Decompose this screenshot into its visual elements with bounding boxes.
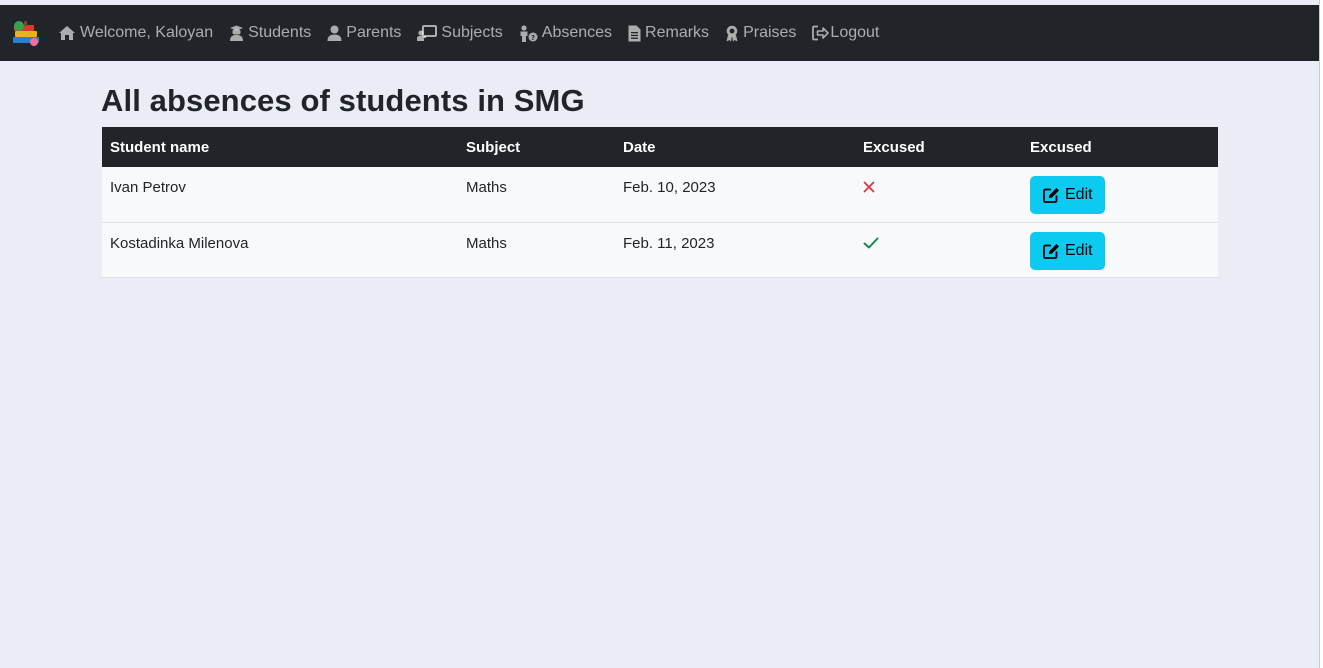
top-navbar: Welcome, Kaloyan Students Parents Subjec… [0,5,1319,61]
school-books-icon[interactable] [9,16,43,50]
nav-absences[interactable]: ? Absences [519,24,612,42]
page-title: All absences of students in SMG [101,83,585,118]
nav-logout[interactable]: Logout [812,24,879,42]
nav-subjects[interactable]: Subjects [417,24,503,42]
table-row: Ivan Petrov Maths Feb. 10, 2023 Edit [102,167,1218,222]
header-date: Date [623,138,656,156]
edit-button[interactable]: Edit [1030,231,1105,270]
home-icon [59,26,75,40]
nav-parents-label: Parents [346,24,402,41]
award-icon [726,25,738,42]
window-edge [1319,0,1323,668]
absences-table: Student name Subject Date Excused Excuse… [102,127,1218,278]
nav-absences-label: Absences [541,24,613,41]
table-row: Kostadinka Milenova Maths Feb. 11, 2023 … [102,222,1218,277]
nav-remarks-label: Remarks [645,24,710,41]
table-header-row: Student name Subject Date Excused Excuse… [102,127,1218,167]
nav-students-label: Students [248,24,312,41]
cell-date: Feb. 11, 2023 [623,234,715,252]
nav-students[interactable]: Students [229,24,311,42]
edit-button[interactable]: Edit [1030,176,1105,214]
cell-actions: Edit [1022,167,1218,222]
nav-logout-label: Logout [830,24,880,41]
cell-excused [855,222,1022,277]
edit-button-label: Edit [1065,241,1093,259]
cell-subject: Maths [466,179,507,196]
cell-student-name: Ivan Petrov [110,179,186,196]
sign-out-icon [812,25,830,41]
header-subject: Subject [466,138,521,156]
edit-icon [1043,188,1059,203]
nav-praises[interactable]: Praises [725,24,796,42]
nav-remarks[interactable]: Remarks [628,24,709,42]
nav-home[interactable]: Welcome, Kaloyan [58,24,213,42]
cell-date: Feb. 10, 2023 [623,179,716,196]
nav-subjects-label: Subjects [441,24,503,41]
edit-icon [1043,243,1059,259]
nav-praises-label: Praises [743,24,797,41]
user-icon [327,25,342,41]
nav-parents[interactable]: Parents [327,24,401,42]
file-text-icon [628,25,641,41]
header-excused: Excused [863,138,925,156]
chalkboard-teacher-icon [417,25,438,41]
edit-button-label: Edit [1065,186,1093,203]
header-student-name: Student name [110,138,210,156]
nav-home-label: Welcome, Kaloyan [80,24,214,41]
cell-student-name: Kostadinka Milenova [110,234,249,252]
person-question-icon: ? [520,24,538,42]
svg-text:?: ? [531,33,535,41]
cross-icon [863,180,875,197]
cell-excused [855,167,1022,222]
header-actions: Excused [1030,138,1092,156]
cell-subject: Maths [466,234,507,252]
check-icon [863,236,879,253]
graduate-icon [230,25,244,41]
cell-actions: Edit [1022,222,1218,277]
